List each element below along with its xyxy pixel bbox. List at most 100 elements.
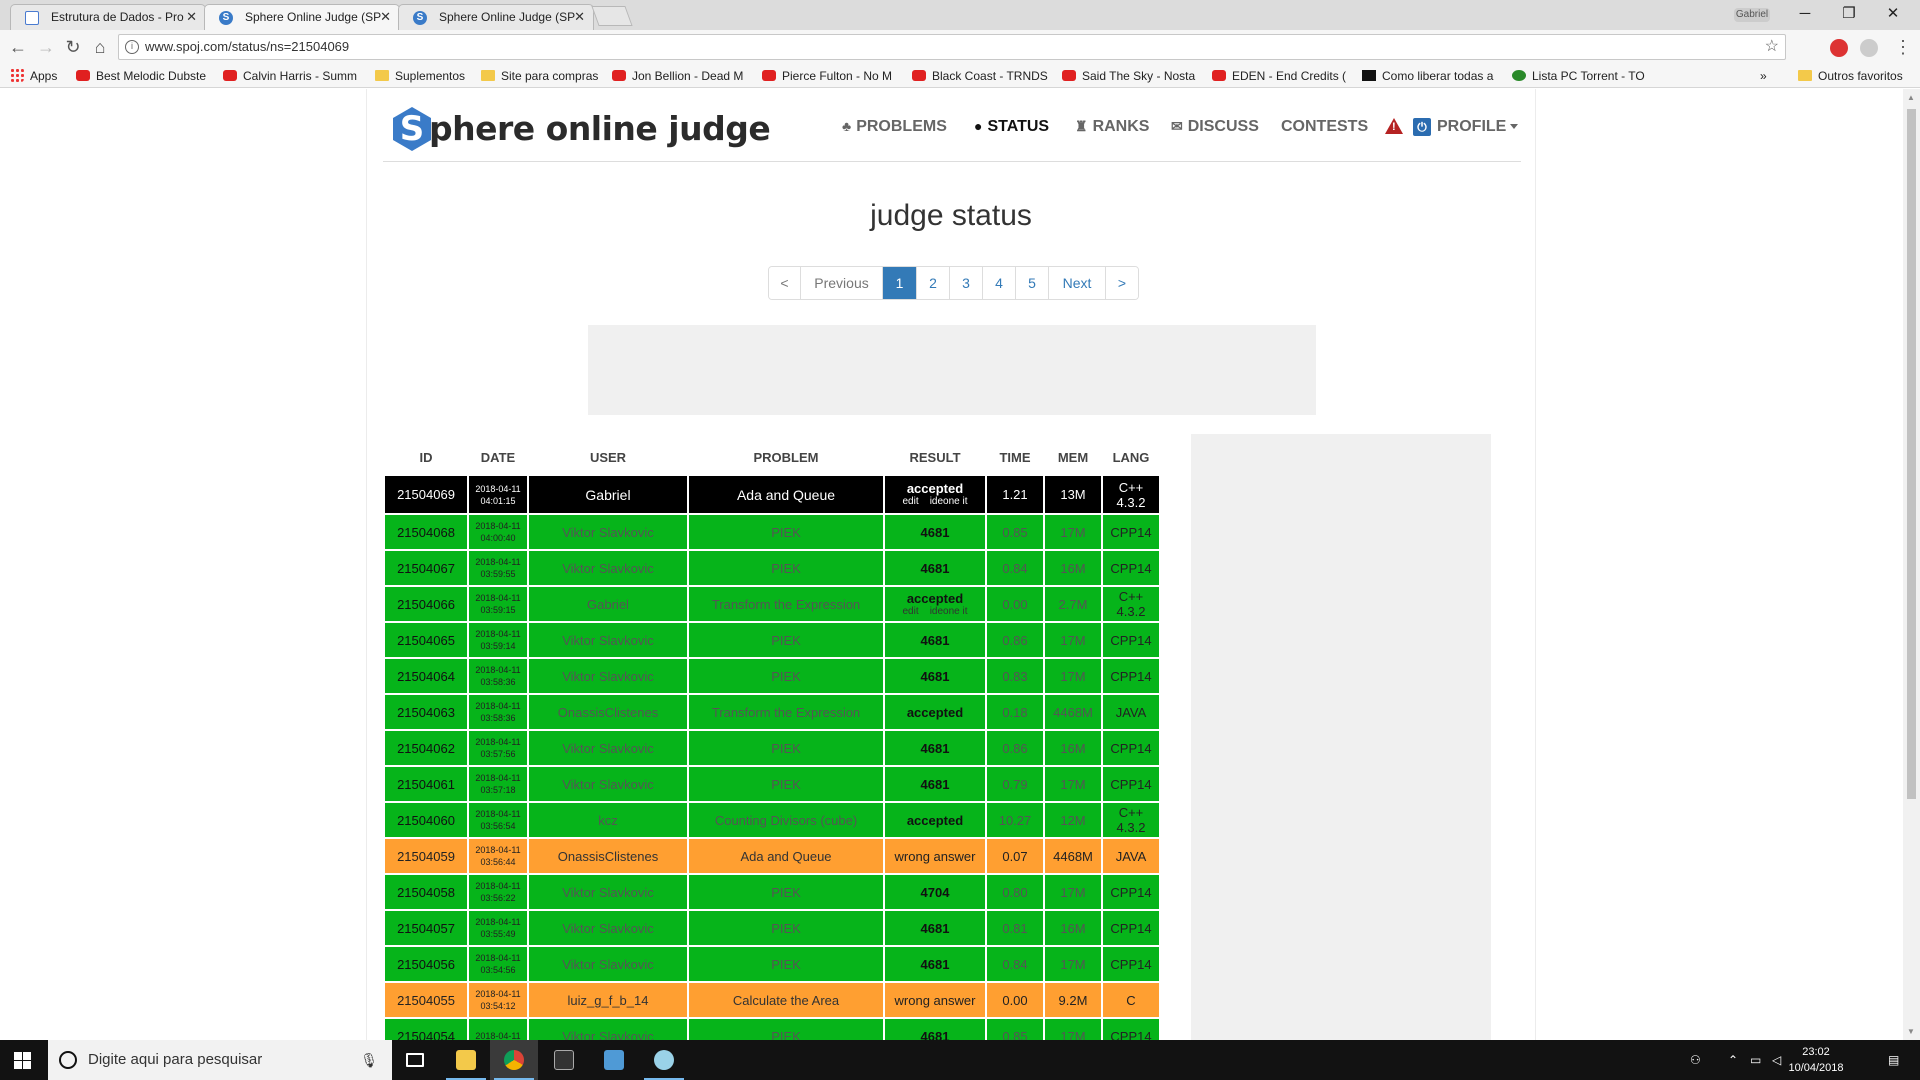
bookmark-item[interactable]: Apps [10, 69, 70, 83]
profile-chip[interactable]: Gabriel [1734, 8, 1770, 22]
submission-problem[interactable]: PIEK [687, 513, 885, 551]
bookmark-item[interactable]: Black Coast - TRNDS [912, 69, 1048, 83]
submission-problem[interactable]: Counting Divisors (cube) [687, 801, 885, 839]
home-icon[interactable]: ⌂ [89, 37, 111, 58]
submission-id[interactable]: 21504062 [383, 729, 469, 767]
new-tab-button[interactable] [591, 6, 633, 26]
submission-user[interactable]: Viktor Slavkovic [527, 945, 689, 983]
scroll-up-icon[interactable]: ▲ [1907, 93, 1915, 102]
scroll-down-icon[interactable]: ▼ [1907, 1027, 1915, 1036]
submission-problem[interactable]: PIEK [687, 873, 885, 911]
browser-tab[interactable]: S Sphere Online Judge (SP ✕ [398, 4, 594, 30]
submission-id[interactable]: 21504060 [383, 801, 469, 839]
taskbar-app[interactable] [590, 1040, 638, 1080]
bookmark-item[interactable]: Site para compras [481, 69, 601, 83]
bookmark-item[interactable]: Jon Bellion - Dead M [612, 69, 748, 83]
result-links[interactable]: edit ideone it [888, 496, 982, 508]
pager-page[interactable]: 1 [883, 267, 917, 299]
back-icon[interactable]: ← [7, 37, 29, 58]
taskbar-chrome[interactable] [490, 1040, 538, 1080]
pager-page[interactable]: 5 [1016, 267, 1049, 299]
nav-status[interactable]: ● STATUS [974, 118, 1049, 136]
pager-previous[interactable]: Previous [801, 267, 883, 299]
submission-problem[interactable]: Ada and Queue [687, 474, 885, 515]
submission-user[interactable]: OnassisClistenes [527, 837, 689, 875]
info-icon[interactable]: i [125, 40, 139, 54]
submission-user[interactable]: Viktor Slavkovic [527, 729, 689, 767]
close-window-icon[interactable]: ✕ [1870, 0, 1916, 30]
submission-user[interactable]: Viktor Slavkovic [527, 1017, 689, 1040]
close-icon[interactable]: ✕ [186, 9, 197, 25]
submission-problem[interactable]: Calculate the Area [687, 981, 885, 1019]
submission-id[interactable]: 21504055 [383, 981, 469, 1019]
submission-problem[interactable]: PIEK [687, 765, 885, 803]
submission-user[interactable]: Viktor Slavkovic [527, 765, 689, 803]
submission-user[interactable]: Gabriel [527, 585, 689, 623]
network-icon[interactable]: ▭ [1750, 1040, 1761, 1080]
submission-user[interactable]: Viktor Slavkovic [527, 549, 689, 587]
page-scrollbar[interactable]: ▲ ▼ [1903, 89, 1920, 1040]
submission-user[interactable]: Viktor Slavkovic [527, 909, 689, 947]
nav-problems[interactable]: ♣ PROBLEMS [842, 118, 947, 136]
taskbar-paint[interactable] [640, 1040, 688, 1080]
submission-problem[interactable]: Transform the Expression [687, 585, 885, 623]
submission-problem[interactable]: PIEK [687, 657, 885, 695]
submission-problem[interactable]: PIEK [687, 1017, 885, 1040]
bookmark-item[interactable]: Said The Sky - Nosta [1062, 69, 1198, 83]
close-icon[interactable]: ✕ [380, 9, 391, 25]
submission-id[interactable]: 21504061 [383, 765, 469, 803]
submission-problem[interactable]: PIEK [687, 945, 885, 983]
submission-id[interactable]: 21504059 [383, 837, 469, 875]
submission-id[interactable]: 21504068 [383, 513, 469, 551]
warning-icon[interactable]: ! [1385, 118, 1403, 134]
submission-problem[interactable]: PIEK [687, 909, 885, 947]
submission-problem[interactable]: Ada and Queue [687, 837, 885, 875]
bookmark-item[interactable]: Pierce Fulton - No M [762, 69, 898, 83]
submission-id[interactable]: 21504057 [383, 909, 469, 947]
submission-user[interactable]: Viktor Slavkovic [527, 657, 689, 695]
microphone-icon[interactable]: 🎙 [360, 1040, 378, 1080]
submission-id[interactable]: 21504054 [383, 1017, 469, 1040]
submission-user[interactable]: Gabriel [527, 474, 689, 515]
extension-icon[interactable] [1860, 39, 1878, 57]
bookmark-item[interactable]: Como liberar todas a [1362, 69, 1498, 83]
close-icon[interactable]: ✕ [574, 9, 585, 25]
submission-id[interactable]: 21504058 [383, 873, 469, 911]
bookmarks-overflow-button[interactable]: » [1760, 69, 1780, 83]
pager-page[interactable]: 2 [917, 267, 950, 299]
bookmark-item[interactable]: EDEN - End Credits ( [1212, 69, 1348, 83]
taskbar-epic[interactable] [540, 1040, 588, 1080]
address-bar[interactable]: i www.spoj.com/status/ns=21504069 ☆ [118, 34, 1786, 60]
submission-id[interactable]: 21504056 [383, 945, 469, 983]
nav-profile[interactable]: ⏻ PROFILE [1413, 118, 1519, 136]
menu-icon[interactable]: ⋮ [1892, 37, 1914, 58]
notifications-icon[interactable]: ▤ [1888, 1040, 1899, 1080]
submission-user[interactable]: Viktor Slavkovic [527, 873, 689, 911]
taskbar-explorer[interactable] [442, 1040, 490, 1080]
submission-problem[interactable]: PIEK [687, 549, 885, 587]
windows-start-icon[interactable] [14, 1052, 31, 1069]
submission-user[interactable]: kcz [527, 801, 689, 839]
submission-user[interactable]: Viktor Slavkovic [527, 513, 689, 551]
task-view-button[interactable] [392, 1040, 440, 1080]
tray-chevron-icon[interactable]: ⌃ [1728, 1040, 1738, 1080]
submission-user[interactable]: Viktor Slavkovic [527, 621, 689, 659]
restore-icon[interactable]: ❐ [1826, 0, 1872, 30]
pager-last[interactable]: > [1106, 267, 1138, 299]
submission-user[interactable]: OnassisClistenes [527, 693, 689, 731]
bookmark-item[interactable]: Calvin Harris - Summ [223, 69, 361, 83]
star-icon[interactable]: ☆ [1765, 35, 1779, 59]
nav-ranks[interactable]: ♜ RANKS [1075, 118, 1149, 136]
other-bookmarks[interactable]: Outros favoritos [1798, 69, 1916, 83]
bookmark-item[interactable]: Lista PC Torrent - TO [1512, 69, 1648, 83]
browser-tab[interactable]: Estrutura de Dados - Pro ✕ [10, 4, 206, 30]
minimize-icon[interactable]: ─ [1782, 0, 1828, 30]
pager-page[interactable]: 4 [983, 267, 1016, 299]
nav-discuss[interactable]: ✉ DISCUSS [1171, 118, 1259, 136]
result-links[interactable]: edit ideone it [888, 606, 982, 618]
submission-id[interactable]: 21504064 [383, 657, 469, 695]
extension-icon[interactable] [1830, 39, 1848, 57]
submission-problem[interactable]: Transform the Expression [687, 693, 885, 731]
taskbar-search[interactable]: Digite aqui para pesquisar 🎙 [48, 1040, 392, 1080]
pager-first[interactable]: < [769, 267, 801, 299]
